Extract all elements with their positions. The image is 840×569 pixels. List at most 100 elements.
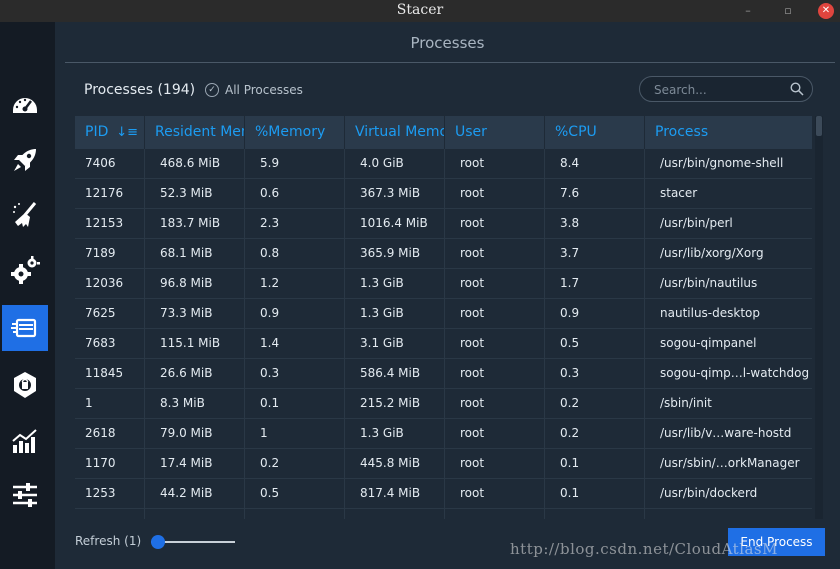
cell-cpu-percent: 0.5 bbox=[545, 329, 645, 359]
table-row[interactable]: 7683 115.1 MiB 1.4 3.1 GiB root 0.5 sogou-qimp… bbox=[75, 329, 812, 359]
search-box[interactable] bbox=[639, 76, 813, 102]
cell-pid: 7683 bbox=[75, 329, 145, 359]
table-row[interactable]: 7625 73.3 MiB 0.9 1.3 GiB root 0.9 nautilus-de… bbox=[75, 299, 812, 329]
sidebar-item-dashboard[interactable] bbox=[2, 82, 48, 128]
cell-user: root bbox=[445, 209, 545, 239]
uninstaller-icon bbox=[14, 372, 36, 398]
search-icon[interactable] bbox=[790, 82, 804, 96]
cell-process: /usr/bin/gnome-shell bbox=[660, 156, 784, 170]
cell-user: root bbox=[445, 419, 545, 449]
cell-resident-memory: 73.3 MiB bbox=[145, 299, 245, 329]
cell-virtual-memory: 1016.4 MiB bbox=[345, 209, 445, 239]
table-row[interactable] bbox=[75, 509, 812, 519]
sidebar-item-resources[interactable] bbox=[2, 418, 48, 464]
main-panel: Processes Processes (194) ✓ All Processe… bbox=[55, 22, 840, 569]
column-header-process[interactable]: Process bbox=[645, 116, 812, 149]
cell-virtual-memory: 3.1 GiB bbox=[345, 329, 445, 359]
column-header-user[interactable]: User bbox=[445, 116, 545, 149]
cell-resident-memory: 8.3 MiB bbox=[145, 389, 245, 419]
cell-process: /usr/bin/nautilus bbox=[660, 276, 758, 290]
cell-resident-memory: 44.2 MiB bbox=[145, 479, 245, 509]
sidebar-item-startup[interactable] bbox=[2, 137, 48, 183]
cell-pid: 7406 bbox=[75, 149, 145, 179]
cell-cpu-percent: 0.9 bbox=[545, 299, 645, 329]
cell-resident-memory: 68.1 MiB bbox=[145, 239, 245, 269]
minimize-button[interactable]: – bbox=[740, 3, 756, 19]
table-row[interactable]: 7406 468.6 MiB 5.9 4.0 GiB root 8.4/usr/bin/g… bbox=[75, 149, 812, 179]
table-row[interactable]: 2618 79.0 MiB 1 1.3 GiB root 0.2/usr/lib/v…wa… bbox=[75, 419, 812, 449]
table-scrollbar[interactable] bbox=[815, 116, 823, 519]
column-header-pid[interactable]: PID ↓≡ bbox=[75, 116, 145, 149]
cell-process: /usr/lib/xorg/Xorg bbox=[660, 246, 764, 260]
all-processes-toggle[interactable]: ✓ All Processes bbox=[205, 83, 303, 97]
table-row[interactable]: 11845 26.6 MiB 0.3 586.4 MiB root 0.3 sogou-qi… bbox=[75, 359, 812, 389]
cell-virtual-memory: 586.4 MiB bbox=[345, 359, 445, 389]
column-header-resident-memory[interactable]: Resident Memory bbox=[145, 116, 245, 149]
cell-virtual-memory: 4.0 GiB bbox=[345, 149, 445, 179]
cell-pid: 12153 bbox=[75, 209, 145, 239]
cell-memory-percent: 1.4 bbox=[245, 329, 345, 359]
cell-cpu-percent: 7.6 bbox=[545, 179, 645, 209]
cell-pid: 1 bbox=[75, 389, 145, 419]
processes-icon bbox=[11, 318, 37, 338]
cell-memory-percent: 0.3 bbox=[245, 359, 345, 389]
table-row[interactable]: 1170 17.4 MiB 0.2 445.8 MiB root 0.1/usr/sbin… bbox=[75, 449, 812, 479]
speedometer-icon bbox=[13, 98, 37, 113]
sort-descending-icon: ↓≡ bbox=[116, 125, 138, 140]
table-row[interactable]: 7189 68.1 MiB 0.8 365.9 MiB root 3.7/usr/lib/… bbox=[75, 239, 812, 269]
cell-process: sogou-qimpanel bbox=[660, 336, 757, 350]
table-row[interactable]: 1253 44.2 MiB 0.5 817.4 MiB root 0.1/usr/bin/… bbox=[75, 479, 812, 509]
process-count: Processes (194) bbox=[84, 82, 196, 98]
table-row[interactable]: 12036 96.8 MiB 1.2 1.3 GiB root 1.7/usr/bin/n… bbox=[75, 269, 812, 299]
cell-cpu-percent: 0.2 bbox=[545, 419, 645, 449]
cell-virtual-memory: 365.9 MiB bbox=[345, 239, 445, 269]
cell-cpu-percent bbox=[545, 509, 645, 519]
table-row[interactable]: 12153 183.7 MiB 2.3 1016.4 MiB root 3.8/usr/b… bbox=[75, 209, 812, 239]
cell-memory-percent: 0.5 bbox=[245, 479, 345, 509]
cell-resident-memory: 26.6 MiB bbox=[145, 359, 245, 389]
maximize-button[interactable]: ▫ bbox=[780, 3, 796, 19]
sidebar bbox=[0, 22, 55, 569]
cell-resident-memory: 96.8 MiB bbox=[145, 269, 245, 299]
column-header-memory-percent[interactable]: %Memory bbox=[245, 116, 345, 149]
table-row[interactable]: 1 8.3 MiB 0.1 215.2 MiB root 0.2/sbin/init bbox=[75, 389, 812, 419]
sidebar-item-settings[interactable] bbox=[2, 472, 48, 518]
cell-resident-memory: 183.7 MiB bbox=[145, 209, 245, 239]
close-button[interactable]: ✕ bbox=[818, 3, 834, 19]
all-processes-label: All Processes bbox=[225, 83, 303, 97]
cell-virtual-memory: 1.3 GiB bbox=[345, 299, 445, 329]
cell-pid bbox=[75, 509, 145, 519]
cell-memory-percent: 0.1 bbox=[245, 389, 345, 419]
table-row[interactable]: 12176 52.3 MiB 0.6 367.3 MiB root 7.6 stacer bbox=[75, 179, 812, 209]
cell-pid: 1170 bbox=[75, 449, 145, 479]
refresh-label: Refresh (1) bbox=[75, 534, 142, 548]
cell-memory-percent bbox=[245, 509, 345, 519]
cell-pid: 12176 bbox=[75, 179, 145, 209]
column-header-cpu-percent[interactable]: %CPU bbox=[545, 116, 645, 149]
rocket-icon bbox=[14, 149, 36, 171]
scrollbar-thumb[interactable] bbox=[816, 116, 822, 136]
search-input[interactable] bbox=[654, 81, 784, 99]
cell-user: root bbox=[445, 479, 545, 509]
cell-pid: 11845 bbox=[75, 359, 145, 389]
sliders-icon bbox=[13, 483, 37, 507]
cell-process: /usr/sbin/…orkManager bbox=[660, 456, 800, 470]
cell-virtual-memory: 1.3 GiB bbox=[345, 419, 445, 449]
sidebar-item-services[interactable] bbox=[2, 247, 48, 293]
sidebar-item-uninstaller[interactable] bbox=[2, 362, 48, 408]
cell-resident-memory: 17.4 MiB bbox=[145, 449, 245, 479]
cell-user: root bbox=[445, 239, 545, 269]
cell-process: sogou-qimp…l-watchdog bbox=[660, 366, 810, 380]
slider-handle[interactable] bbox=[151, 535, 165, 549]
cell-user: root bbox=[445, 269, 545, 299]
cell-process: stacer bbox=[660, 186, 698, 200]
cell-memory-percent: 2.3 bbox=[245, 209, 345, 239]
cell-resident-memory: 52.3 MiB bbox=[145, 179, 245, 209]
cell-user: root bbox=[445, 179, 545, 209]
sidebar-item-processes[interactable] bbox=[2, 305, 48, 351]
sidebar-item-cleaner[interactable] bbox=[2, 192, 48, 238]
cell-cpu-percent: 0.1 bbox=[545, 449, 645, 479]
table-header: PID ↓≡ Resident Memory %Memory Virtual M… bbox=[75, 116, 812, 149]
column-header-virtual-memory[interactable]: Virtual Memory bbox=[345, 116, 445, 149]
refresh-slider[interactable] bbox=[151, 535, 235, 549]
